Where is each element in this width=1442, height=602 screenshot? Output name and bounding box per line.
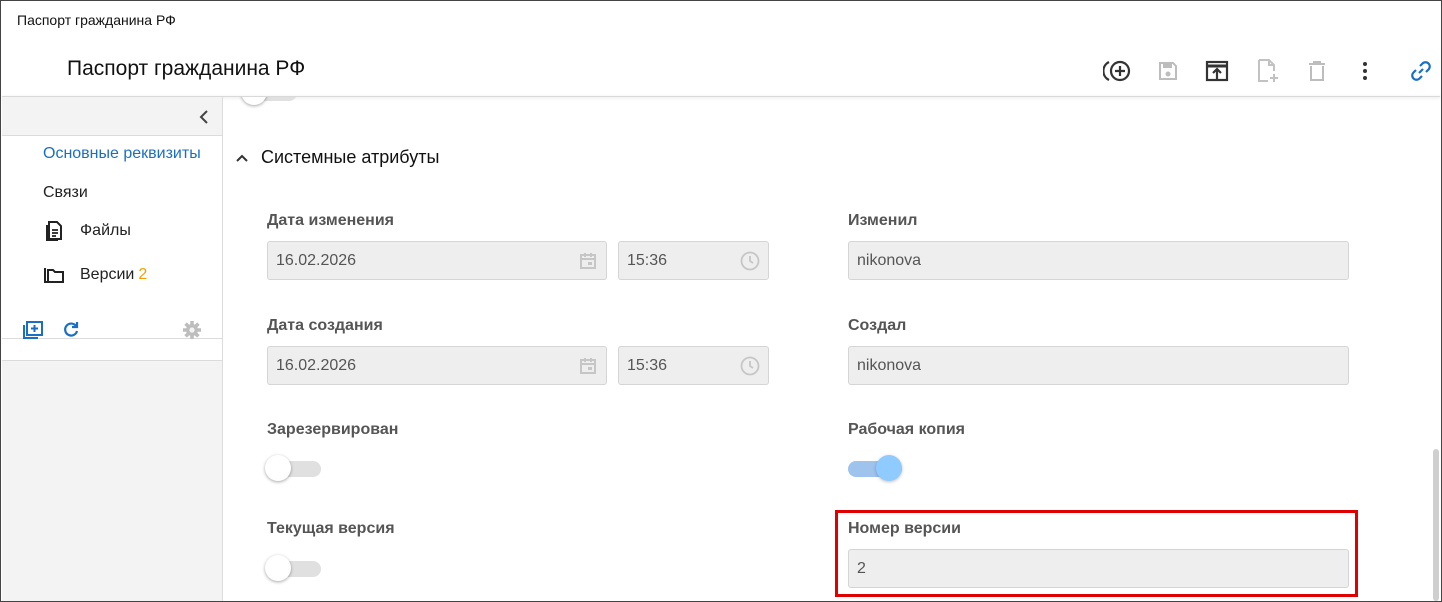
- new-document-icon: [1258, 59, 1278, 82]
- modified-by-label: Изменил: [848, 212, 918, 229]
- modified-date-value: 16.02.2026: [276, 251, 357, 269]
- modified-by-field[interactable]: nikonova: [848, 241, 1349, 280]
- refresh-icon: [64, 322, 79, 337]
- chevron-up-icon: [236, 154, 248, 162]
- more-icon: [1363, 62, 1367, 80]
- calendar-icon[interactable]: [578, 251, 598, 271]
- sidebar-item-files[interactable]: Файлы: [43, 220, 131, 242]
- current-version-label: Текущая версия: [267, 520, 395, 537]
- toolbar: [1, 56, 1441, 86]
- modified-by-value: nikonova: [857, 251, 922, 269]
- working-copy-label: Рабочая копия: [848, 421, 965, 438]
- create-icon: [1103, 60, 1131, 82]
- folder-icon: [43, 264, 65, 286]
- created-date-field[interactable]: 16.02.2026: [267, 346, 607, 385]
- settings-button[interactable]: [180, 318, 204, 342]
- working-copy-toggle[interactable]: [846, 455, 904, 481]
- save-icon: [1159, 62, 1177, 80]
- created-date-label: Дата создания: [267, 317, 383, 334]
- chevron-left-icon: [199, 110, 208, 124]
- link-button[interactable]: [1406, 56, 1436, 86]
- sidebar-item-main-details[interactable]: Основные реквизиты: [43, 145, 201, 163]
- reserved-label: Зарезервирован: [267, 421, 399, 438]
- created-date-value: 16.02.2026: [276, 356, 357, 374]
- created-by-value: nikonova: [857, 356, 922, 374]
- sidebar-item-links[interactable]: Связи: [43, 184, 88, 202]
- sidebar-item-label: Файлы: [80, 222, 131, 239]
- app-window: Паспорт гражданина РФ Паспорт гражданина…: [0, 0, 1442, 602]
- window-title: Паспорт гражданина РФ: [17, 12, 176, 28]
- save-button[interactable]: [1153, 56, 1183, 86]
- refresh-button[interactable]: [59, 318, 83, 342]
- reserved-toggle[interactable]: [265, 455, 323, 481]
- clock-icon[interactable]: [740, 251, 760, 271]
- modified-time-value: 15:36: [627, 251, 668, 269]
- modified-time-field[interactable]: 15:36: [618, 241, 769, 280]
- document-icon: [43, 220, 65, 242]
- new-document-button[interactable]: [1253, 56, 1283, 86]
- version-number-field[interactable]: 2: [848, 549, 1349, 588]
- versions-count-badge: 2: [138, 266, 148, 283]
- created-by-field[interactable]: nikonova: [848, 346, 1349, 385]
- created-by-label: Создал: [848, 317, 907, 334]
- section-title: Системные атрибуты: [261, 147, 440, 167]
- more-button[interactable]: [1350, 56, 1380, 86]
- calendar-icon[interactable]: [578, 356, 598, 376]
- modified-date-label: Дата изменения: [267, 212, 394, 229]
- add-folder-button[interactable]: [21, 318, 45, 342]
- created-time-field[interactable]: 15:36: [618, 346, 769, 385]
- sidebar: Основные реквизиты Связи Файлы Версии 2: [2, 97, 223, 601]
- current-version-toggle[interactable]: [265, 555, 323, 581]
- open-button[interactable]: [1202, 56, 1232, 86]
- delete-icon: [1309, 61, 1325, 81]
- modified-date-field[interactable]: 16.02.2026: [267, 241, 607, 280]
- version-number-value: 2: [857, 559, 866, 577]
- section-header-system-attributes[interactable]: Системные атрибуты: [235, 147, 439, 168]
- clock-icon[interactable]: [740, 356, 760, 376]
- main-content: Системные атрибуты Дата изменения 16.02.…: [223, 97, 1435, 601]
- scrollbar[interactable]: [1433, 449, 1439, 601]
- add-folder-icon: [23, 321, 43, 339]
- sidebar-item-versions[interactable]: Версии 2: [43, 264, 147, 286]
- open-icon: [1205, 60, 1229, 82]
- version-number-label: Номер версии: [848, 520, 961, 537]
- collapse-sidebar-button[interactable]: [192, 105, 216, 129]
- settings-icon: [183, 321, 201, 339]
- sidebar-item-label: Версии: [80, 266, 135, 283]
- created-time-value: 15:36: [627, 356, 668, 374]
- create-button[interactable]: [1103, 56, 1133, 86]
- link-icon: [1411, 61, 1431, 81]
- previous-section-toggle[interactable]: [241, 97, 299, 105]
- delete-button[interactable]: [1302, 56, 1332, 86]
